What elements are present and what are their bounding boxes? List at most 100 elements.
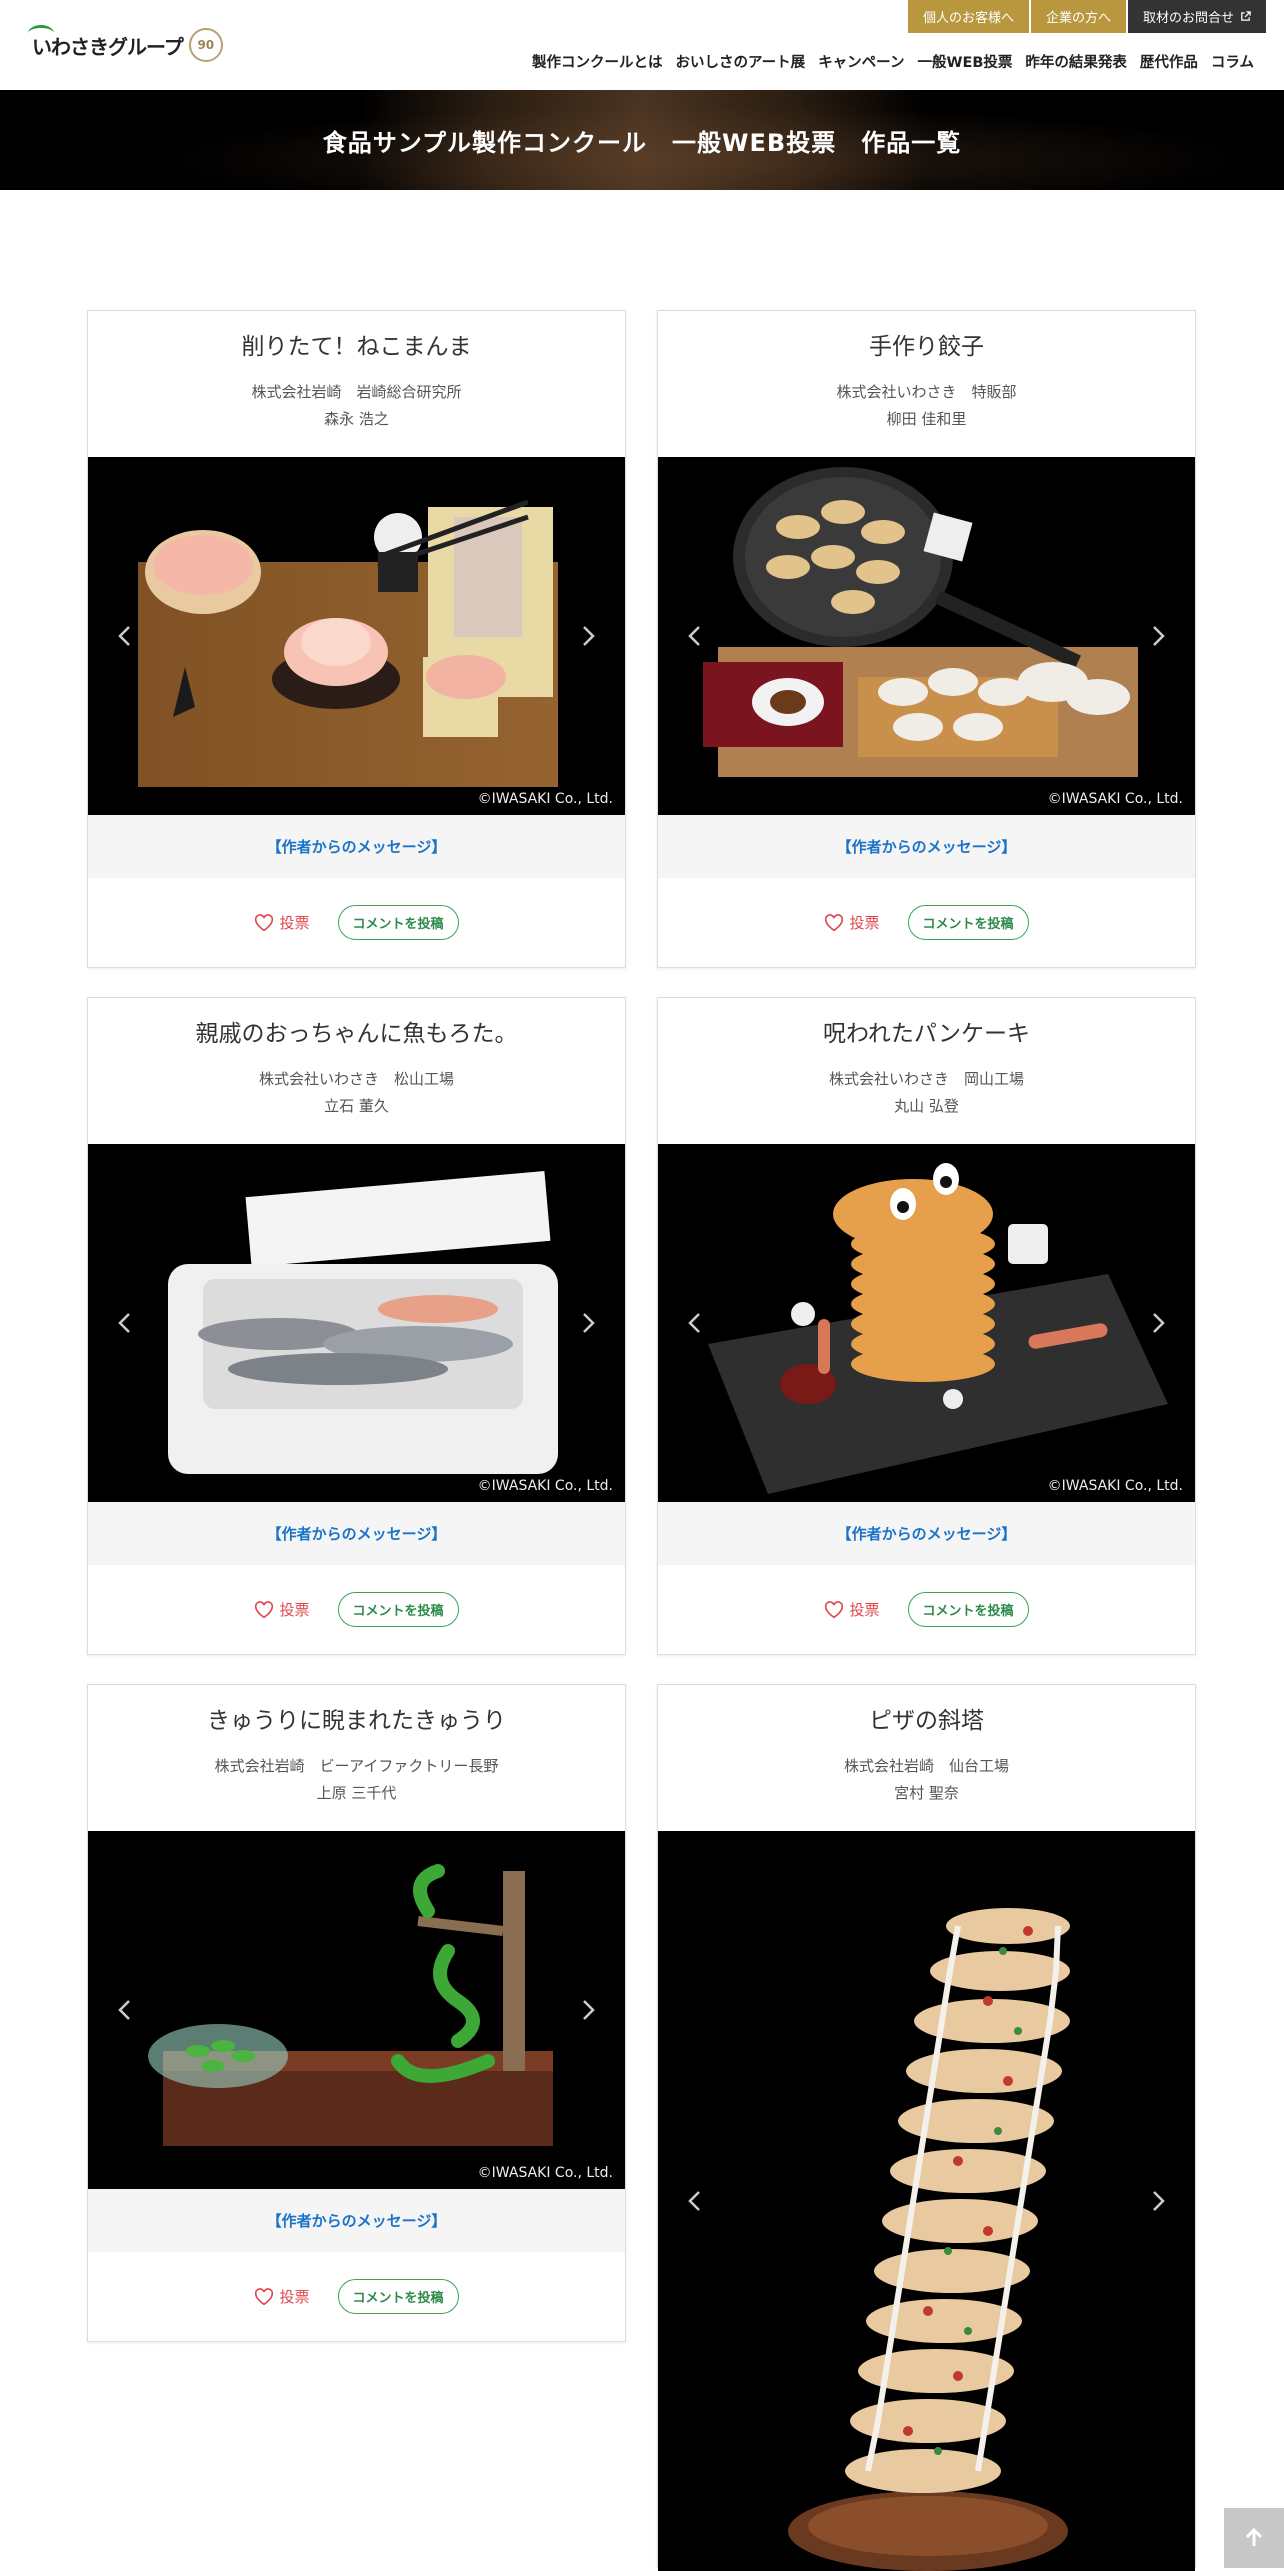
comment-button[interactable]: コメントを投稿 [907,1592,1029,1627]
work-card: 削りたて！ねこまんま 株式会社岩崎 岩崎総合研究所 森永 浩之 ©IWASAKI… [87,310,626,968]
work-author: 宮村 聖奈 [894,1784,959,1802]
author-message-link[interactable]: 【作者からのメッセージ】 [658,815,1195,878]
carousel-next-button[interactable] [1147,1311,1171,1335]
site-logo[interactable]: いわさきグループ 90 [28,24,223,62]
chevron-right-icon [1153,1313,1165,1333]
work-image-carousel[interactable]: ©IWASAKI Co., Ltd. [658,1144,1195,1502]
work-author: 上原 三千代 [316,1784,397,1802]
nav-past-works[interactable]: 歴代作品 [1140,51,1198,72]
card-actions: 投票 コメントを投稿 [658,1565,1195,1654]
work-photo [788,1908,1070,2571]
carousel-next-button[interactable] [1147,624,1171,648]
work-title: 呪われたパンケーキ [823,1021,1030,1047]
image-copyright: ©IWASAKI Co., Ltd. [477,791,613,807]
work-company: 株式会社岩崎 岩崎総合研究所 [251,383,462,401]
work-company: 株式会社いわさき 松山工場 [258,1070,454,1088]
nav-campaign[interactable]: キャンペーン [818,51,904,72]
carousel-prev-button[interactable] [112,1998,136,2022]
card-actions: 投票 コメントを投稿 [88,1565,625,1654]
carousel-next-button[interactable] [1147,2189,1171,2213]
chevron-left-icon [688,1313,700,1333]
image-copyright: ©IWASAKI Co., Ltd. [1047,1478,1183,1494]
external-link-icon [1241,11,1251,21]
chevron-left-icon [118,1313,130,1333]
site-header: いわさきグループ 90 個人のお客様へ 企業の方へ 取材のお問合せ 製作コンクー… [0,0,1284,90]
logo-text: いわさきグループ [28,24,184,60]
chevron-right-icon [1153,2191,1165,2211]
chevron-right-icon [1153,626,1165,646]
carousel-next-button[interactable] [577,624,601,648]
chevron-right-icon [583,1313,595,1333]
card-header: 呪われたパンケーキ 株式会社いわさき 岡山工場 丸山 弘登 [658,998,1195,1144]
top-buttons: 個人のお客様へ 企業の方へ 取材のお問合せ [907,0,1266,33]
heart-icon [825,913,844,931]
chevron-left-icon [688,626,700,646]
card-header: 削りたて！ねこまんま 株式会社岩崎 岩崎総合研究所 森永 浩之 [88,311,625,457]
anniversary-badge: 90 [188,28,223,62]
work-image-carousel[interactable]: ©IWASAKI Co., Ltd. [658,457,1195,815]
card-header: 手作り餃子 株式会社いわさき 特販部 柳田 佳和里 [658,311,1195,457]
card-actions: 投票 コメントを投稿 [88,2252,625,2341]
work-title: きゅうりに睨まれたきゅうり [207,1708,506,1734]
individual-customers-button[interactable]: 個人のお客様へ [907,0,1029,33]
work-company: 株式会社いわさき 特販部 [836,383,1017,401]
heart-icon [255,1600,274,1618]
nav-art-exhibition[interactable]: おいしさのアート展 [676,51,806,72]
chevron-left-icon [118,626,130,646]
nav-last-year-results[interactable]: 昨年の結果発表 [1025,51,1127,72]
chevron-left-icon [688,2191,700,2211]
work-title: 手作り餃子 [869,334,984,360]
press-inquiry-button[interactable]: 取材のお問合せ [1127,0,1266,33]
nav-about-contest[interactable]: 製作コンクールとは [532,51,663,72]
work-author: 柳田 佳和里 [886,410,967,428]
work-card: きゅうりに睨まれたきゅうり 株式会社岩崎 ビーアイファクトリー長野 上原 三千代 [87,1684,626,2342]
vote-button[interactable]: 投票 [254,912,310,933]
work-image-carousel[interactable]: ©IWASAKI Co., Ltd. [88,457,625,815]
carousel-prev-button[interactable] [682,624,706,648]
work-card: 呪われたパンケーキ 株式会社いわさき 岡山工場 丸山 弘登 ©IWASAKI C… [657,997,1196,1655]
card-header: 親戚のおっちゃんに魚もろた。 株式会社いわさき 松山工場 立石 董久 [88,998,625,1144]
vote-button[interactable]: 投票 [824,912,880,933]
work-card: ピザの斜塔 株式会社岩崎 仙台工場 宮村 聖奈 [657,1684,1196,2571]
work-company: 株式会社いわさき 岡山工場 [828,1070,1024,1088]
work-image-carousel[interactable]: ©IWASAKI Co., Ltd. [88,1831,625,2189]
business-customers-button[interactable]: 企業の方へ [1030,0,1126,33]
main-nav: 製作コンクールとは おいしさのアート展 キャンペーン 一般WEB投票 昨年の結果… [532,51,1254,72]
image-copyright: ©IWASAKI Co., Ltd. [1047,791,1183,807]
comment-button[interactable]: コメントを投稿 [907,905,1029,940]
work-company: 株式会社岩崎 ビーアイファクトリー長野 [214,1757,499,1775]
vote-button[interactable]: 投票 [824,1599,880,1620]
work-photo [168,1171,558,1474]
work-photo [138,499,558,787]
comment-button[interactable]: コメントを投稿 [337,1592,459,1627]
work-author: 丸山 弘登 [894,1097,959,1115]
image-copyright: ©IWASAKI Co., Ltd. [477,2165,613,2181]
vote-button[interactable]: 投票 [254,2286,310,2307]
work-title: ピザの斜塔 [869,1708,984,1734]
nav-column[interactable]: コラム [1211,51,1254,72]
carousel-next-button[interactable] [577,1998,601,2022]
work-image-carousel[interactable]: ©IWASAKI Co., Ltd. [88,1144,625,1502]
vote-button[interactable]: 投票 [254,1599,310,1620]
page-title: 食品サンプル製作コンクール 一般WEB投票 作品一覧 [322,128,962,157]
work-title: 親戚のおっちゃんに魚もろた。 [195,1021,518,1047]
chevron-left-icon [118,2000,130,2020]
carousel-next-button[interactable] [577,1311,601,1335]
scroll-to-top-button[interactable] [1224,2508,1284,2568]
carousel-prev-button[interactable] [682,2189,706,2213]
author-message-link[interactable]: 【作者からのメッセージ】 [658,1502,1195,1565]
author-message-link[interactable]: 【作者からのメッセージ】 [88,2189,625,2252]
comment-button[interactable]: コメントを投稿 [337,2279,459,2314]
carousel-prev-button[interactable] [682,1311,706,1335]
work-image-carousel[interactable] [658,1831,1195,2571]
carousel-prev-button[interactable] [112,1311,136,1335]
comment-button[interactable]: コメントを投稿 [337,905,459,940]
nav-web-vote[interactable]: 一般WEB投票 [917,51,1012,72]
author-message-link[interactable]: 【作者からのメッセージ】 [88,815,625,878]
card-actions: 投票 コメントを投稿 [88,878,625,967]
carousel-prev-button[interactable] [112,624,136,648]
author-message-link[interactable]: 【作者からのメッセージ】 [88,1502,625,1565]
heart-icon [255,913,274,931]
work-card: 手作り餃子 株式会社いわさき 特販部 柳田 佳和里 ©IWASAKI Co., … [657,310,1196,968]
work-photo [703,467,1138,777]
